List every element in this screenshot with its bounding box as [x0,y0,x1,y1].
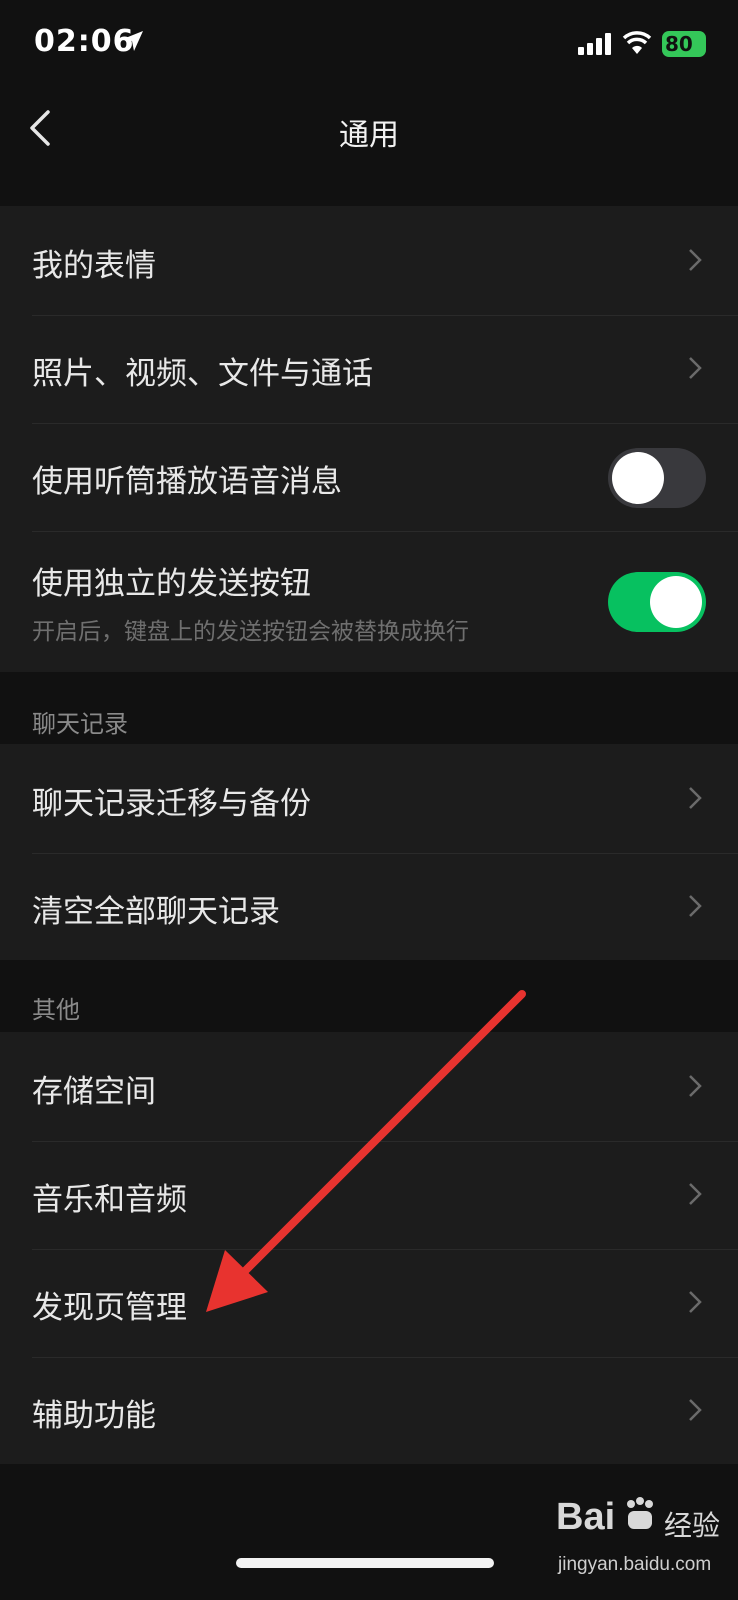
section-header-other: 其他 [32,996,80,1024]
settings-section-chat-history: 聊天记录迁移与备份 清空全部聊天记录 [0,744,738,960]
paw-logo-icon [627,1497,653,1529]
list-item-label: 发现页管理 [32,1290,187,1326]
settings-section-general: 我的表情 照片、视频、文件与通话 使用听筒播放语音消息 使用独立的发送按钮 开启… [0,206,738,672]
list-item-earpiece-voice: 使用听筒播放语音消息 [0,422,738,532]
chevron-right-icon [689,1291,702,1313]
list-item-media-files-calls[interactable]: 照片、视频、文件与通话 [0,314,738,424]
list-item-storage[interactable]: 存储空间 [0,1032,738,1142]
earpiece-toggle[interactable] [608,448,706,508]
watermark-brand: Bai [556,1496,616,1538]
section-header-chat-history: 聊天记录 [32,710,128,738]
list-item-music-audio[interactable]: 音乐和音频 [0,1140,738,1250]
wifi-icon [622,31,652,54]
list-item-label: 我的表情 [32,248,156,284]
list-item-clear-chat[interactable]: 清空全部聊天记录 [0,852,738,962]
nav-bar: 通用 [0,88,738,172]
list-item-label: 聊天记录迁移与备份 [32,786,311,822]
status-time: 02:06 [34,24,135,59]
list-item-label: 照片、视频、文件与通话 [32,356,373,392]
chevron-right-icon [689,357,702,379]
list-item-label: 辅助功能 [32,1398,156,1434]
list-item-my-stickers[interactable]: 我的表情 [0,206,738,316]
cellular-signal-icon [578,33,611,55]
chevron-right-icon [689,1075,702,1097]
page-title: 通用 [339,118,399,153]
list-item-label: 音乐和音频 [32,1182,187,1218]
battery-charging-icon: 80 [662,31,706,57]
watermark-url: jingyan.baidu.com [558,1554,712,1575]
home-indicator[interactable] [236,1558,494,1568]
chevron-right-icon [689,787,702,809]
chevron-right-icon [689,1183,702,1205]
watermark-brand-2: 经验 [664,1509,721,1542]
toggle-knob [612,452,664,504]
list-item-label: 使用听筒播放语音消息 [32,464,342,500]
list-item-label: 使用独立的发送按钮 [32,566,311,602]
battery-level: 80 [665,32,693,56]
send-button-toggle[interactable] [608,572,706,632]
list-item-discover-management[interactable]: 发现页管理 [0,1248,738,1358]
settings-section-other: 存储空间 音乐和音频 发现页管理 辅助功能 [0,1032,738,1464]
status-bar: 02:06 80 [0,0,738,88]
baidu-jingyan-watermark: Bai 经验 jingyan.baidu.com [556,1490,726,1600]
chevron-right-icon [689,895,702,917]
list-item-label: 清空全部聊天记录 [32,894,280,930]
chevron-right-icon [689,1399,702,1421]
location-arrow-icon [123,31,143,51]
toggle-knob [650,576,702,628]
list-item-accessibility[interactable]: 辅助功能 [0,1356,738,1466]
list-item-label: 存储空间 [32,1074,156,1110]
list-item-description: 开启后，键盘上的发送按钮会被替换成换行 [32,619,469,645]
chevron-right-icon [689,249,702,271]
list-item-chat-backup[interactable]: 聊天记录迁移与备份 [0,744,738,854]
list-item-send-button: 使用独立的发送按钮 开启后，键盘上的发送按钮会被替换成换行 [0,530,738,672]
